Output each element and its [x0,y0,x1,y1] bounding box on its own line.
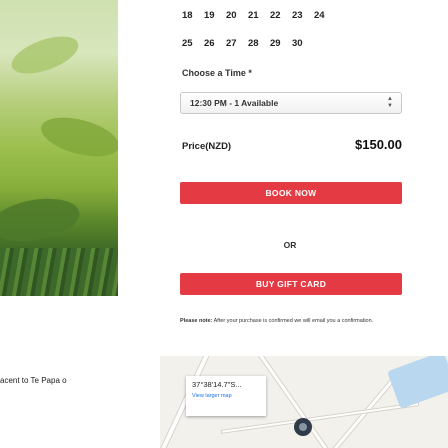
select-arrows-icon: ▲ ▼ [387,96,393,109]
note-text: After your purchase is confirmed we will… [212,318,374,324]
or-divider: OR [283,240,297,250]
calendar-day[interactable]: 22 [270,10,292,21]
calendar-day[interactable]: 19 [204,10,226,21]
time-select[interactable]: 12:30 PM - 1 Available ▲ ▼ [180,92,402,114]
calendar-day[interactable]: 21 [248,10,270,21]
price-value: $150.00 [355,137,402,152]
calendar-day[interactable]: 23 [292,10,314,21]
calendar-day[interactable]: 24 [314,10,336,21]
calendar-day[interactable]: 28 [248,38,270,49]
time-label: Choose a Time * [182,68,252,78]
purchase-note: Please note: After your purchase is conf… [180,318,380,325]
calendar-day[interactable]: 29 [270,38,292,49]
time-select-value: 12:30 PM - 1 Available [190,98,279,108]
map-pin-icon[interactable] [294,418,312,436]
view-larger-map-link[interactable]: View larger map [192,393,260,399]
calendar-day[interactable]: 18 [182,10,204,21]
calendar-day[interactable]: 26 [204,38,226,49]
calendar-day[interactable]: 25 [182,38,204,49]
calendar-day[interactable]: 27 [226,38,248,49]
calendar-week-row: 25 26 27 28 29 30 [182,38,314,49]
location-description: acent to Te Papa o [0,376,67,385]
map-coordinates: 37°38'14.7"S... [192,380,242,389]
product-image [0,0,118,296]
price-label: Price(NZD) [182,141,232,152]
map-info-card: 37°38'14.7"S... View larger map [186,376,266,416]
calendar-week-row: 18 19 20 21 22 23 24 [182,10,336,21]
calendar-day[interactable]: 30 [292,38,314,49]
book-now-button[interactable]: BOOK NOW [180,182,402,204]
buy-gift-card-button[interactable]: BUY GIFT CARD [180,273,402,295]
calendar-day[interactable]: 20 [226,10,248,21]
note-bold: Please note: [180,318,213,324]
